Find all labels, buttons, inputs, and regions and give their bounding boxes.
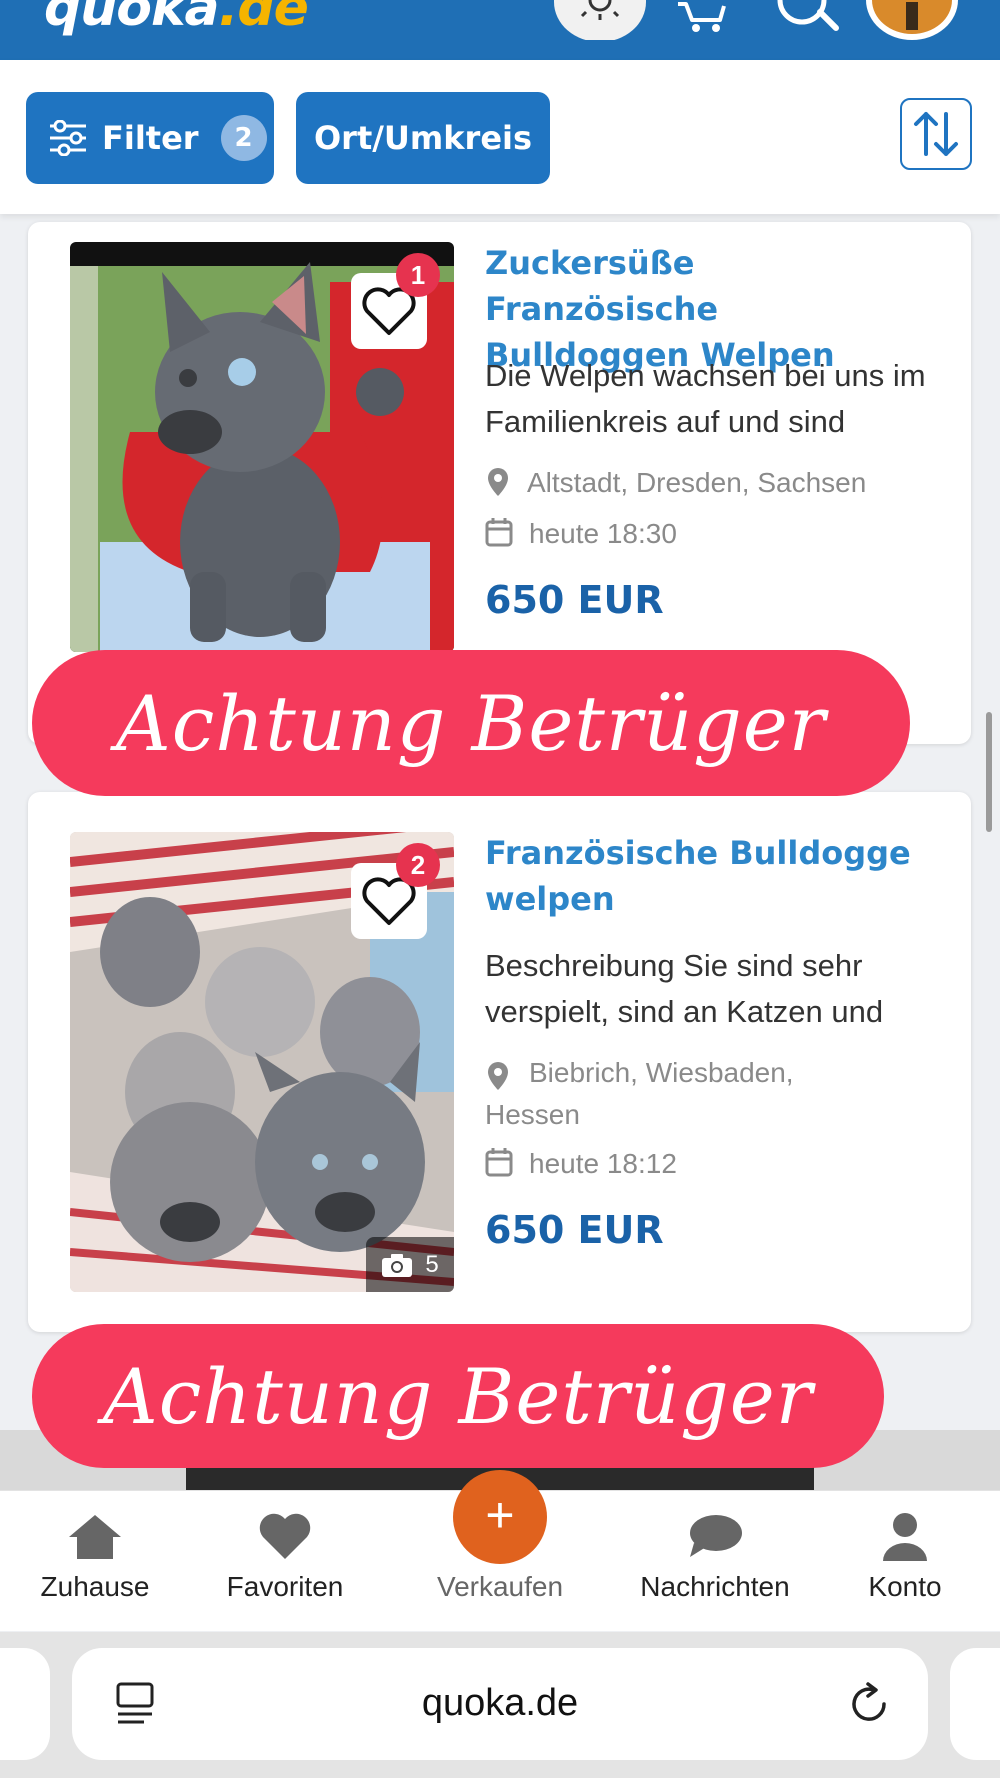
sell-plus-button[interactable]: + (453, 1470, 547, 1564)
scam-warning-banner: Achtung Betrüger (32, 650, 910, 796)
logo-text: quoka (44, 0, 220, 38)
address-bar[interactable]: quoka.de (72, 1648, 928, 1760)
logo-tld: .de (218, 0, 309, 38)
chat-bubble-icon (690, 1515, 742, 1557)
listing-price: 650 EUR (485, 578, 664, 622)
nav-account[interactable]: Konto (840, 1491, 970, 1631)
location-radius-button[interactable]: Ort/Umkreis (296, 92, 550, 184)
nav-home[interactable]: Zuhause (20, 1491, 170, 1631)
favorite-count-badge: 2 (396, 843, 440, 887)
listing-date: heute 18:12 (485, 1143, 677, 1185)
location-label: Ort/Umkreis (313, 119, 533, 157)
avatar-image (866, 0, 958, 40)
listing-date: heute 18:30 (485, 513, 677, 555)
theme-toggle-button[interactable] (554, 0, 646, 42)
reload-icon[interactable] (848, 1680, 892, 1728)
listing-location: Altstadt, Dresden, Sachsen (485, 462, 866, 504)
next-tab-edge[interactable] (950, 1648, 1000, 1760)
sort-arrows-icon (914, 112, 958, 156)
top-app-bar: quoka.de (0, 0, 1000, 60)
listing-description: Beschreibung Sie sind sehr verspielt, si… (485, 948, 884, 1029)
nav-favorites-label: Favoriten (226, 1571, 344, 1602)
filter-button[interactable]: Filter 2 (26, 92, 274, 184)
heart-filled-icon (259, 1513, 311, 1559)
location-text: Altstadt, Dresden, Sachsen (527, 467, 867, 498)
sliders-icon (50, 120, 86, 156)
listing-location: Biebrich, Wiesbaden, Hessen (485, 1052, 885, 1136)
sort-button[interactable] (900, 98, 972, 170)
location-pin-icon (488, 468, 508, 496)
listing-price: 650 EUR (485, 1208, 664, 1252)
location-pin-icon (488, 1062, 508, 1090)
nav-favorites[interactable]: Favoriten (205, 1491, 365, 1631)
listing-title[interactable]: Französische Bulldogge welpen (485, 830, 925, 922)
calendar-icon (485, 518, 513, 547)
location-text: Biebrich, Wiesbaden, Hessen (485, 1057, 794, 1130)
nav-account-label: Konto (868, 1571, 942, 1602)
filter-label: Filter (102, 119, 199, 157)
profile-avatar[interactable] (866, 0, 958, 40)
filter-count-badge: 2 (220, 115, 267, 161)
search-button[interactable] (774, 0, 844, 40)
home-icon (69, 1515, 121, 1559)
cart-button[interactable] (674, 0, 728, 36)
search-icon (777, 0, 839, 31)
previous-tab-edge[interactable] (0, 1648, 50, 1760)
favorite-count-badge: 1 (396, 253, 440, 297)
date-text: heute 18:12 (529, 1148, 677, 1179)
calendar-icon (485, 1148, 513, 1177)
nav-messages[interactable]: Nachrichten (620, 1491, 810, 1631)
url-text: quoka.de (421, 1682, 579, 1724)
photo-count: 5 (425, 1250, 439, 1278)
nav-sell-label: Verkaufen (436, 1571, 564, 1602)
scrollbar-thumb[interactable] (986, 712, 992, 832)
scam-warning-banner: Achtung Betrüger (32, 1324, 884, 1468)
quoka-logo[interactable]: quoka.de (44, 0, 309, 38)
cart-icon (678, 2, 726, 32)
user-icon (883, 1513, 927, 1561)
photo-count-badge: 5 (366, 1237, 454, 1292)
camera-icon (382, 1253, 413, 1277)
sun-icon (554, 0, 646, 42)
nav-home-label: Zuhause (40, 1571, 150, 1602)
date-text: heute 18:30 (529, 518, 677, 549)
nav-messages-label: Nachrichten (640, 1571, 790, 1602)
listing-description: Die Welpen wachsen bei uns im Familienkr… (485, 358, 926, 439)
